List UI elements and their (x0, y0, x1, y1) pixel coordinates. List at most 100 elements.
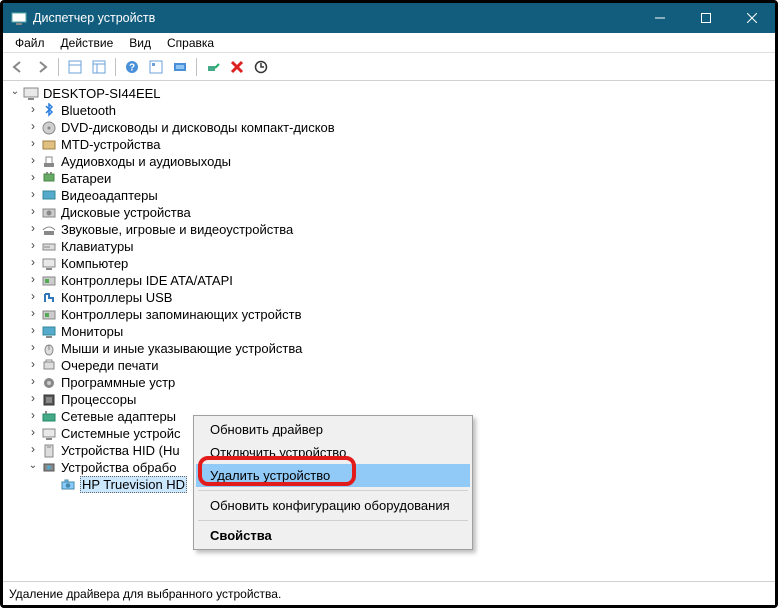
chevron-icon[interactable] (27, 153, 39, 170)
tree-node[interactable]: Процессоры (5, 391, 773, 408)
tree-node[interactable]: Контроллеры USB (5, 289, 773, 306)
context-menu-separator (198, 520, 468, 521)
context-menu-separator (198, 490, 468, 491)
chevron-icon[interactable] (27, 272, 39, 289)
tree-node-label: Клавиатуры (61, 238, 134, 255)
chevron-icon[interactable] (27, 289, 39, 306)
chevron-icon[interactable] (27, 102, 39, 119)
chevron-icon[interactable] (27, 357, 39, 374)
tree-node[interactable]: Видеоадаптеры (5, 187, 773, 204)
menu-help[interactable]: Справка (159, 34, 222, 52)
toolbar-icon-1[interactable] (64, 56, 86, 78)
tree-node[interactable]: Батареи (5, 170, 773, 187)
chevron-icon[interactable] (27, 323, 39, 340)
chevron-icon[interactable] (27, 204, 39, 221)
tree-node[interactable]: MTD-устройства (5, 136, 773, 153)
titlebar: Диспетчер устройств (3, 3, 775, 33)
category-icon (41, 256, 57, 272)
tree-node[interactable]: Аудиовходы и аудиовыходы (5, 153, 773, 170)
forward-icon[interactable] (31, 56, 53, 78)
category-icon (41, 358, 57, 374)
tree-root[interactable]: DESKTOP-SI44EEL (5, 85, 773, 102)
category-icon (41, 443, 57, 459)
context-menu-uninstall-device[interactable]: Удалить устройство (196, 464, 470, 487)
tree-node-label: Аудиовходы и аудиовыходы (61, 153, 231, 170)
back-icon[interactable] (7, 56, 29, 78)
maximize-button[interactable] (683, 3, 729, 33)
toolbar-icon-3[interactable] (145, 56, 167, 78)
tree-node-label: Батареи (61, 170, 111, 187)
category-icon (41, 222, 57, 238)
menu-view[interactable]: Вид (121, 34, 159, 52)
menu-action[interactable]: Действие (53, 34, 122, 52)
help-icon[interactable]: ? (121, 56, 143, 78)
statusbar: Удаление драйвера для выбранного устройс… (3, 581, 775, 605)
svg-text:?: ? (129, 62, 135, 73)
tree-node-label: Очереди печати (61, 357, 159, 374)
context-menu-properties[interactable]: Свойства (196, 524, 470, 547)
category-icon (41, 137, 57, 153)
update-driver-icon[interactable] (250, 56, 272, 78)
chevron-icon[interactable] (27, 425, 39, 442)
window-buttons (637, 3, 775, 33)
tree-node-label: Звуковые, игровые и видеоустройства (61, 221, 293, 238)
computer-icon (23, 86, 39, 102)
tree-node[interactable]: Контроллеры IDE ATA/ATAPI (5, 272, 773, 289)
chevron-down-icon[interactable] (9, 85, 21, 102)
tree-node[interactable]: Клавиатуры (5, 238, 773, 255)
toolbar-icon-2[interactable] (88, 56, 110, 78)
tree-node[interactable]: Мыши и иные указывающие устройства (5, 340, 773, 357)
statusbar-text: Удаление драйвера для выбранного устройс… (9, 587, 281, 601)
chevron-icon[interactable] (27, 374, 39, 391)
device-tree-panel: DESKTOP-SI44EEL BluetoothDVD-дисководы и… (3, 81, 775, 581)
chevron-icon[interactable] (27, 187, 39, 204)
chevron-icon[interactable] (27, 136, 39, 153)
tree-node[interactable]: Bluetooth (5, 102, 773, 119)
chevron-icon[interactable] (27, 408, 39, 425)
chevron-icon[interactable] (27, 255, 39, 272)
category-icon (41, 460, 57, 476)
tree-node-label: Системные устройс (61, 425, 181, 442)
context-menu-disable-device[interactable]: Отключить устройство (196, 441, 470, 464)
chevron-icon[interactable] (27, 221, 39, 238)
tree-node[interactable]: Дисковые устройства (5, 204, 773, 221)
chevron-icon[interactable] (27, 459, 39, 476)
scan-hardware-icon[interactable] (169, 56, 191, 78)
chevron-icon[interactable] (27, 119, 39, 136)
tree-node[interactable]: DVD-дисководы и дисководы компакт-дисков (5, 119, 773, 136)
context-menu-update-driver[interactable]: Обновить драйвер (196, 418, 470, 441)
toolbar: ? (3, 53, 775, 81)
window-title: Диспетчер устройств (33, 11, 637, 25)
category-icon (41, 375, 57, 391)
tree-node[interactable]: Мониторы (5, 323, 773, 340)
tree-node[interactable]: Компьютер (5, 255, 773, 272)
chevron-icon[interactable] (27, 391, 39, 408)
tree-node-label: Процессоры (61, 391, 136, 408)
category-icon (41, 409, 57, 425)
category-icon (41, 154, 57, 170)
category-icon (41, 392, 57, 408)
enable-device-icon[interactable] (202, 56, 224, 78)
chevron-icon[interactable] (27, 340, 39, 357)
tree-node[interactable]: Контроллеры запоминающих устройств (5, 306, 773, 323)
tree-node-label: Контроллеры IDE ATA/ATAPI (61, 272, 233, 289)
chevron-icon[interactable] (27, 306, 39, 323)
chevron-icon[interactable] (27, 238, 39, 255)
tree-node-label: Программные устр (61, 374, 175, 391)
tree-node[interactable]: Очереди печати (5, 357, 773, 374)
tree-node[interactable]: Программные устр (5, 374, 773, 391)
minimize-button[interactable] (637, 3, 683, 33)
context-menu-scan-hardware[interactable]: Обновить конфигурацию оборудования (196, 494, 470, 517)
category-icon (41, 324, 57, 340)
tree-node[interactable]: Звуковые, игровые и видеоустройства (5, 221, 773, 238)
category-icon (41, 120, 57, 136)
uninstall-device-icon[interactable] (226, 56, 248, 78)
category-icon (41, 171, 57, 187)
tree-node-label: Bluetooth (61, 102, 116, 119)
tree-node-label: Контроллеры USB (61, 289, 172, 306)
close-button[interactable] (729, 3, 775, 33)
menu-file[interactable]: Файл (7, 34, 53, 52)
chevron-icon[interactable] (27, 170, 39, 187)
tree-node-label: DVD-дисководы и дисководы компакт-дисков (61, 119, 335, 136)
context-menu: Обновить драйвер Отключить устройство Уд… (193, 415, 473, 550)
